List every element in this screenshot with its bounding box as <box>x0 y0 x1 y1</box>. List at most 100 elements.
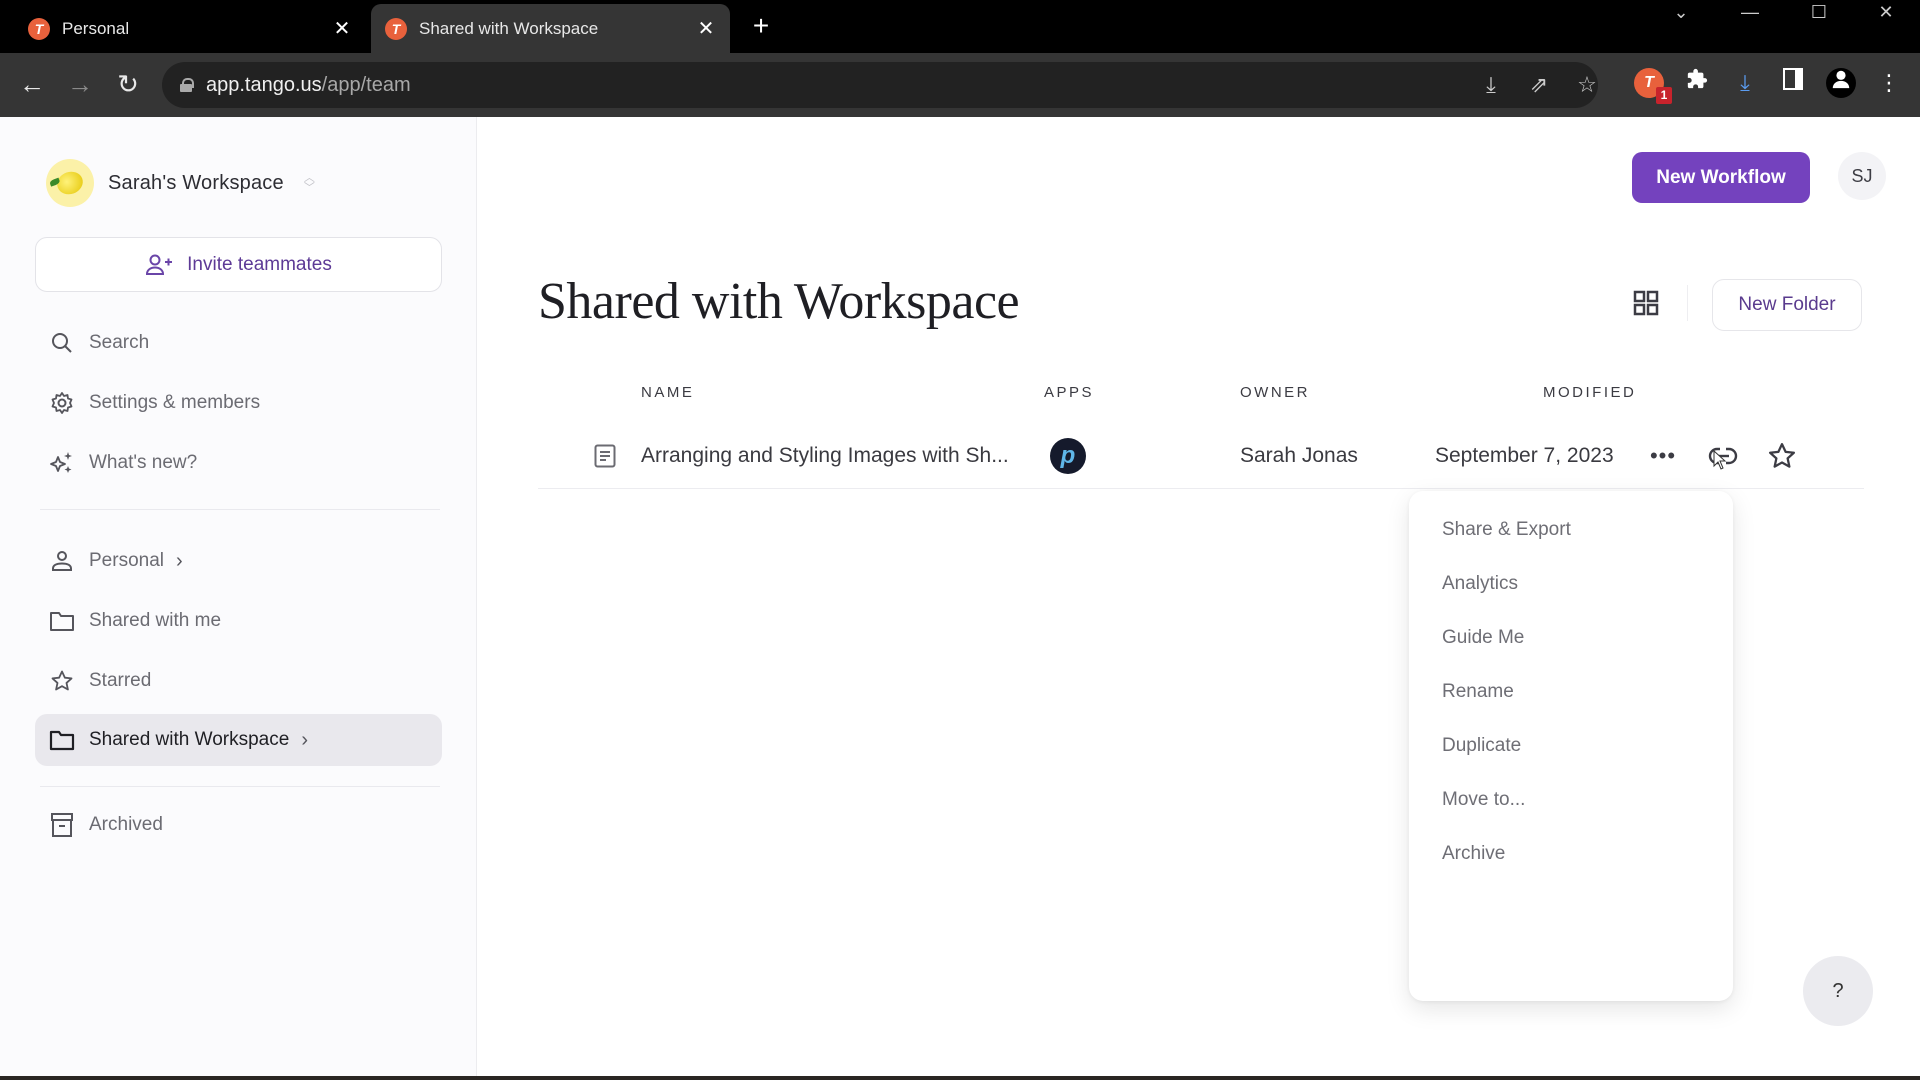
tab-search-chevron-icon[interactable]: ⌄ <box>1661 0 1701 24</box>
star-icon[interactable] <box>1764 438 1800 474</box>
row-owner: Sarah Jonas <box>1240 444 1358 467</box>
lock-icon <box>180 78 194 92</box>
menu-item-guide-me[interactable]: Guide Me <box>1409 611 1733 665</box>
search-icon <box>49 330 75 356</box>
side-panel-icon[interactable] <box>1778 68 1808 98</box>
row-apps: p <box>1050 424 1086 488</box>
sidebar-item-shared-with-workspace[interactable]: Shared with Workspace › <box>35 714 442 766</box>
sidebar-item-starred[interactable]: Starred <box>35 655 442 707</box>
workspace-switcher[interactable]: Sarah's Workspace ︿ ﹀ <box>46 159 315 207</box>
column-header-name[interactable]: NAME <box>641 384 694 401</box>
new-workflow-button[interactable]: New Workflow <box>1632 152 1810 203</box>
address-bar[interactable]: app.tango.us/app/team ⤓ ⇗ ☆ <box>162 62 1598 108</box>
lemon-icon <box>54 168 86 198</box>
menu-item-move-to[interactable]: Move to... <box>1409 773 1733 827</box>
extensions-puzzle-icon[interactable] <box>1682 68 1712 98</box>
tab-personal[interactable]: T Personal ✕ <box>14 4 366 53</box>
downloads-icon[interactable]: ⤓ <box>1730 68 1760 98</box>
sidebar-divider <box>40 509 440 510</box>
share-icon[interactable]: ⇗ <box>1526 72 1552 98</box>
more-options-icon[interactable]: ••• <box>1645 438 1681 474</box>
grid-view-icon[interactable] <box>1630 287 1662 319</box>
row-context-menu: Share & Export Analytics Guide Me Rename… <box>1409 491 1733 1001</box>
new-folder-button[interactable]: New Folder <box>1712 279 1862 331</box>
url-host: app.tango.us <box>206 73 322 96</box>
column-header-modified[interactable]: MODIFIED <box>1543 384 1636 401</box>
extension-badge: 1 <box>1656 87 1672 104</box>
row-name[interactable]: Arranging and Styling Images with Sh... <box>641 424 1009 488</box>
sidebar-item-label: Archived <box>89 814 163 835</box>
sidebar-item-label: Personal <box>89 550 164 571</box>
back-icon[interactable]: ← <box>16 69 48 101</box>
maximize-icon[interactable]: ☐ <box>1799 0 1839 24</box>
menu-item-share-export[interactable]: Share & Export <box>1409 503 1733 557</box>
sidebar-item-personal[interactable]: Personal › <box>35 535 442 587</box>
reload-icon[interactable]: ↻ <box>112 69 144 101</box>
star-icon <box>49 668 75 694</box>
chevron-right-icon[interactable]: › <box>301 729 308 752</box>
archive-box-icon <box>49 812 75 838</box>
tab-shared-with-workspace[interactable]: T Shared with Workspace ✕ <box>371 4 730 53</box>
install-app-icon[interactable]: ⤓ <box>1478 72 1504 98</box>
main-content: New Workflow SJ Shared with Workspace Ne… <box>478 117 1920 1076</box>
close-tab-icon[interactable]: ✕ <box>328 15 356 43</box>
tab-title: Personal <box>62 18 130 38</box>
sidebar-divider <box>40 786 440 787</box>
add-user-icon <box>146 254 173 275</box>
sidebar-item-archived[interactable]: Archived <box>35 799 442 851</box>
sidebar-item-settings[interactable]: Settings & members <box>35 377 442 429</box>
minimize-icon[interactable]: — <box>1730 0 1770 24</box>
forward-icon[interactable]: → <box>64 69 96 101</box>
user-avatar[interactable]: SJ <box>1838 152 1886 200</box>
profile-icon[interactable] <box>1826 68 1856 98</box>
invite-label: Invite teammates <box>187 253 332 275</box>
sidebar-item-whats-new[interactable]: What's new? <box>35 437 442 489</box>
bookmark-star-icon[interactable]: ☆ <box>1574 72 1600 98</box>
chevron-up-down-icon: ︿ ﹀ <box>303 172 315 194</box>
tango-favicon-icon: T <box>28 17 50 40</box>
sidebar-item-search[interactable]: Search <box>35 317 442 369</box>
table-row[interactable]: Arranging and Styling Images with Sh... … <box>538 424 1864 489</box>
browser-tab-bar: T Personal ✕ T Shared with Workspace ✕ +… <box>0 0 1920 53</box>
help-button[interactable]: ? <box>1803 956 1873 1026</box>
toolbar-divider <box>1687 285 1688 321</box>
sidebar-item-label: Starred <box>89 670 152 691</box>
folder-icon <box>49 608 75 634</box>
tango-extension-icon[interactable]: T1 <box>1634 68 1672 104</box>
gear-icon <box>49 390 75 416</box>
chevron-right-icon[interactable]: › <box>176 550 183 573</box>
sidebar-item-label: What's new? <box>89 452 198 473</box>
folder-icon <box>49 727 75 753</box>
sidebar-item-label: Shared with Workspace <box>89 729 290 750</box>
sidebar: Sarah's Workspace ︿ ﹀ Invite teammates Se… <box>0 117 477 1076</box>
menu-item-rename[interactable]: Rename <box>1409 665 1733 719</box>
browser-toolbar: ← → ↻ app.tango.us/app/team ⤓ ⇗ ☆ <box>0 53 1920 117</box>
column-header-apps: APPS <box>1044 384 1095 401</box>
tab-title: Shared with Workspace <box>419 18 599 38</box>
sidebar-item-label: Search <box>89 332 150 353</box>
taskbar-edge <box>0 1076 1920 1080</box>
page-title: Shared with Workspace <box>538 273 1020 330</box>
workspace-name: Sarah's Workspace <box>108 171 284 194</box>
invite-teammates-button[interactable]: Invite teammates <box>35 237 442 292</box>
mouse-cursor-icon <box>1713 450 1727 470</box>
browser-menu-icon[interactable]: ⋮ <box>1874 68 1904 98</box>
menu-item-analytics[interactable]: Analytics <box>1409 557 1733 611</box>
close-tab-icon[interactable]: ✕ <box>692 15 720 43</box>
document-icon <box>594 444 616 468</box>
menu-item-archive[interactable]: Archive <box>1409 827 1733 881</box>
tango-favicon-icon: T <box>385 17 407 40</box>
app-page: Sarah's Workspace ︿ ﹀ Invite teammates Se… <box>0 117 1920 1076</box>
sidebar-item-label: Shared with me <box>89 610 222 631</box>
workspace-avatar <box>46 159 94 207</box>
window-close-icon[interactable]: ✕ <box>1866 0 1906 24</box>
column-header-owner[interactable]: OWNER <box>1240 384 1310 401</box>
url-path: /app/team <box>321 73 411 96</box>
new-tab-button[interactable]: + <box>746 12 776 42</box>
sidebar-item-shared-with-me[interactable]: Shared with me <box>35 595 442 647</box>
sparkles-icon <box>49 450 75 476</box>
sidebar-item-label: Settings & members <box>89 392 261 413</box>
person-icon <box>49 548 75 574</box>
row-modified: September 7, 2023 <box>1435 444 1614 467</box>
menu-item-duplicate[interactable]: Duplicate <box>1409 719 1733 773</box>
